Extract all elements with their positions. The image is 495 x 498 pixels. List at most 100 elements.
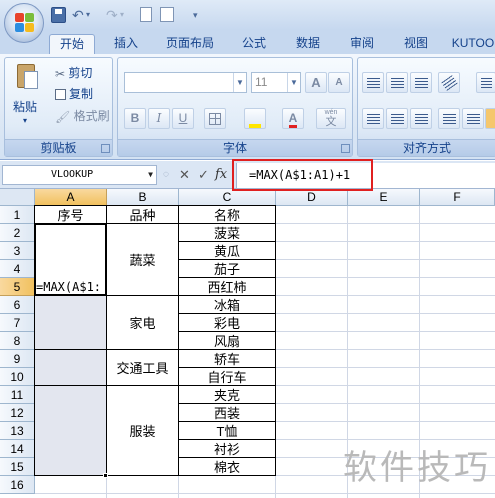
name-cell[interactable]: 夹克 — [178, 385, 276, 404]
tab-formulas[interactable]: 公式 — [232, 34, 276, 54]
name-cell[interactable]: 菠菜 — [178, 223, 276, 242]
category-cell-2[interactable]: 家电 — [106, 295, 179, 350]
name-box[interactable]: VLOOKUP ▼ — [2, 165, 157, 185]
row-header-4[interactable]: 4 — [0, 260, 35, 278]
column-header-a[interactable]: A — [35, 189, 107, 206]
select-all-corner[interactable] — [0, 189, 35, 206]
name-cell[interactable]: T恤 — [178, 421, 276, 440]
header-cell-a[interactable]: 序号 — [34, 205, 107, 224]
align-middle-button[interactable] — [386, 72, 408, 93]
row-header-16[interactable]: 16 — [0, 476, 35, 494]
row-header-13[interactable]: 13 — [0, 422, 35, 440]
cancel-formula-button[interactable]: ✕ — [179, 167, 190, 183]
column-header-e[interactable]: E — [348, 189, 420, 206]
fill-color-button[interactable] — [244, 108, 266, 129]
row-header-2[interactable]: 2 — [0, 224, 35, 242]
italic-button[interactable]: I — [148, 108, 170, 129]
decrease-indent-button[interactable] — [438, 108, 460, 129]
header-cell-c[interactable]: 名称 — [178, 205, 276, 224]
redo-icon[interactable]: ↷ — [106, 7, 118, 23]
name-cell[interactable]: 自行车 — [178, 367, 276, 386]
new-document-icon[interactable] — [140, 7, 152, 22]
category-cell-4[interactable]: 服装 — [106, 385, 179, 476]
bold-button[interactable]: B — [124, 108, 146, 129]
wrap-text-button[interactable] — [476, 72, 495, 93]
align-bottom-button[interactable] — [410, 72, 432, 93]
name-cell[interactable]: 茄子 — [178, 259, 276, 278]
cut-button[interactable]: ✂ 剪切 — [55, 64, 92, 81]
tab-review[interactable]: 审阅 — [340, 34, 384, 54]
phonetic-button[interactable]: wén 文 — [316, 108, 346, 129]
name-cell[interactable]: 西装 — [178, 403, 276, 422]
fill-handle[interactable] — [103, 473, 108, 478]
font-name-combo[interactable]: ▼ — [124, 72, 247, 93]
name-cell[interactable]: 轿车 — [178, 349, 276, 368]
category-cell-1[interactable]: 蔬菜 — [106, 223, 179, 296]
tab-view[interactable]: 视图 — [394, 34, 438, 54]
tab-data[interactable]: 数据 — [286, 34, 330, 54]
shrink-font-button[interactable]: A — [328, 72, 350, 93]
align-left-button[interactable] — [362, 108, 384, 129]
print-preview-icon[interactable] — [160, 7, 174, 22]
column-header-d[interactable]: D — [276, 189, 348, 206]
redo-dropdown-icon[interactable]: ▾ — [120, 7, 124, 23]
name-cell[interactable]: 彩电 — [178, 313, 276, 332]
tab-page-layout[interactable]: 页面布局 — [158, 34, 222, 54]
name-cell[interactable]: 西红柿 — [178, 277, 276, 296]
customize-quick-access-icon[interactable]: ▾ — [193, 7, 198, 23]
row-header-7[interactable]: 7 — [0, 314, 35, 332]
row-header-5[interactable]: 5 — [0, 278, 35, 296]
paste-icon[interactable] — [14, 64, 40, 92]
row-header-6[interactable]: 6 — [0, 296, 35, 314]
column-header-c[interactable]: C — [179, 189, 276, 206]
row-header-14[interactable]: 14 — [0, 440, 35, 458]
header-cell-b[interactable]: 品种 — [106, 205, 179, 224]
tab-insert[interactable]: 插入 — [104, 34, 148, 54]
paste-dropdown-icon[interactable]: ▾ — [23, 116, 27, 125]
merge-center-button[interactable] — [485, 108, 495, 129]
name-cell[interactable]: 衬衫 — [178, 439, 276, 458]
column-header-f[interactable]: F — [420, 189, 495, 206]
align-right-button[interactable] — [410, 108, 432, 129]
undo-icon[interactable]: ↶ — [72, 7, 84, 23]
clipboard-launcher-icon[interactable] — [101, 144, 110, 153]
font-color-button[interactable]: A — [282, 108, 304, 129]
align-top-button[interactable] — [362, 72, 384, 93]
category-cell-3[interactable]: 交通工具 — [106, 349, 179, 386]
font-size-combo[interactable]: 11 ▼ — [251, 72, 301, 93]
font-launcher-icon[interactable] — [341, 144, 350, 153]
orientation-button[interactable] — [438, 72, 460, 93]
grow-font-button[interactable]: A — [305, 72, 327, 93]
name-cell[interactable]: 棉衣 — [178, 457, 276, 476]
row-header-8[interactable]: 8 — [0, 332, 35, 350]
name-cell[interactable]: 黄瓜 — [178, 241, 276, 260]
underline-button[interactable]: U — [172, 108, 194, 129]
font-size-dropdown-icon[interactable]: ▼ — [287, 73, 300, 92]
enter-formula-button[interactable]: ✓ — [198, 167, 209, 183]
tab-home[interactable]: 开始 — [49, 34, 95, 54]
row-header-1[interactable]: 1 — [0, 206, 35, 224]
undo-dropdown-icon[interactable]: ▾ — [86, 7, 90, 23]
tab-kutoo[interactable]: KUTOO — [448, 34, 495, 54]
save-icon[interactable] — [51, 7, 66, 23]
name-box-dropdown-icon[interactable]: ▼ — [148, 166, 153, 184]
copy-button[interactable]: 复制 — [55, 85, 93, 102]
row-header-9[interactable]: 9 — [0, 350, 35, 368]
row-header-11[interactable]: 11 — [0, 386, 35, 404]
formula-bar-expand-icon[interactable]: ◌ — [163, 167, 169, 183]
format-painter-button[interactable]: 🖌 格式刷 — [55, 107, 110, 124]
column-header-b[interactable]: B — [107, 189, 179, 206]
row-header-12[interactable]: 12 — [0, 404, 35, 422]
align-center-button[interactable] — [386, 108, 408, 129]
borders-button[interactable] — [204, 108, 226, 129]
font-name-dropdown-icon[interactable]: ▼ — [233, 73, 246, 92]
row-header-10[interactable]: 10 — [0, 368, 35, 386]
paste-button[interactable]: 粘贴 — [13, 98, 37, 115]
row-header-3[interactable]: 3 — [0, 242, 35, 260]
insert-function-button[interactable]: fx — [215, 167, 227, 183]
office-button[interactable] — [4, 3, 44, 43]
name-cell[interactable]: 风扇 — [178, 331, 276, 350]
increase-indent-button[interactable] — [462, 108, 484, 129]
row-header-15[interactable]: 15 — [0, 458, 35, 476]
name-cell[interactable]: 冰箱 — [178, 295, 276, 314]
